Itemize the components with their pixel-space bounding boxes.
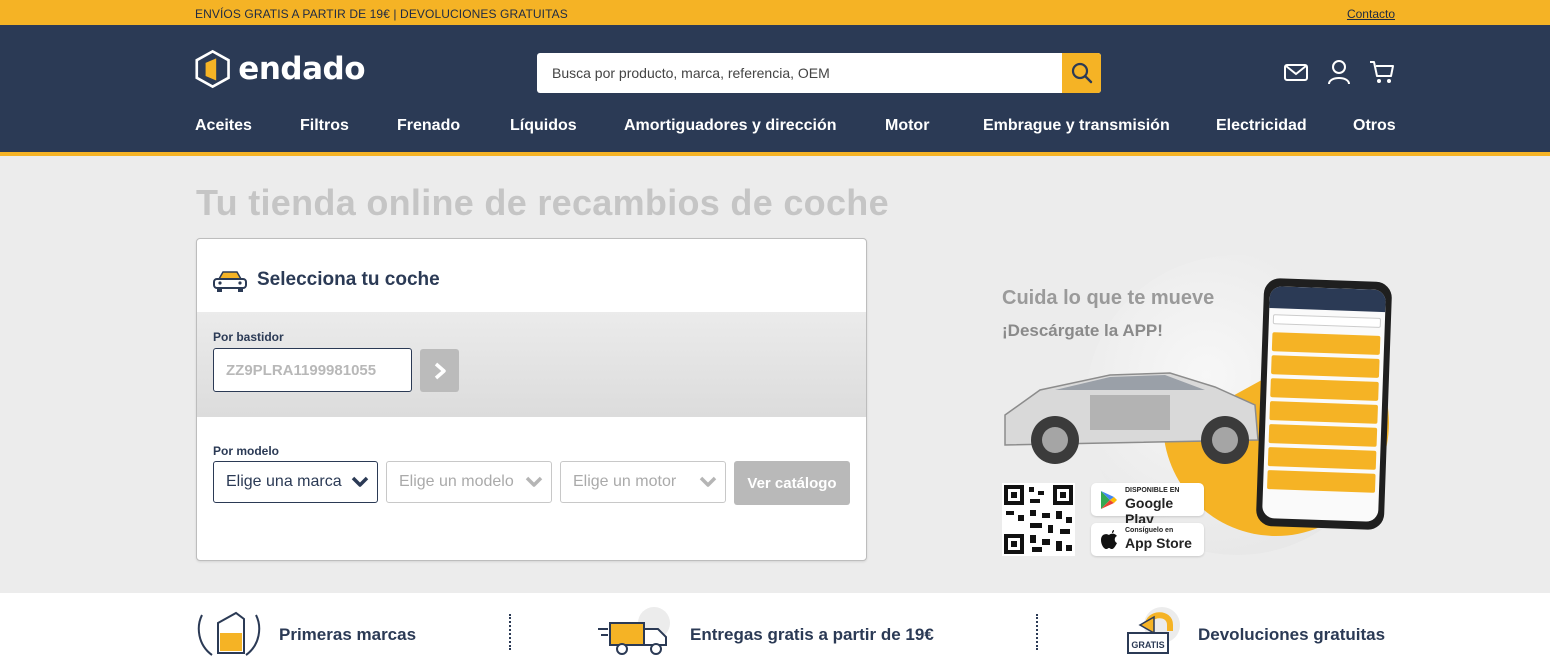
engine-select[interactable]: Elige un motor [560,461,726,503]
engine-select-value: Elige un motor [573,473,677,490]
view-catalog-button[interactable]: Ver catálogo [734,461,850,505]
chevron-down-icon [525,476,543,487]
nav-item-liquidos[interactable]: Líquidos [510,117,577,135]
vin-label: Por bastidor [213,330,284,344]
search-icon [1071,62,1092,84]
brand-select[interactable]: Elige una marca [213,461,378,503]
nav-item-embrague[interactable]: Embrague y transmisión [983,117,1170,135]
app-promo: Cuida lo que te mueve ¡Descárgate la APP… [995,250,1395,560]
feature-divider [509,614,511,650]
chevron-down-icon [699,476,717,487]
brand-select-value: Elige una marca [226,473,342,490]
search-button[interactable] [1062,53,1101,93]
car-icon [213,271,247,292]
vin-submit-button[interactable] [420,349,459,392]
nav-item-electricidad[interactable]: Electricidad [1216,117,1307,135]
google-play-small: DISPONIBLE EN [1125,487,1180,494]
search-input[interactable] [537,53,1062,93]
phone-mockup [1255,277,1393,531]
feature-devoluciones: Devoluciones gratuitas [1198,625,1386,644]
mail-icon[interactable] [1283,59,1309,85]
delivery-truck-icon [598,607,670,655]
card-title: Selecciona tu coche [257,269,440,290]
app-promo-headline: Cuida lo que te mueve [1002,287,1215,309]
brand-quality-icon [197,611,261,656]
header-accent-line [0,152,1550,156]
qr-code[interactable] [1002,483,1075,556]
logo[interactable]: endado [195,47,365,91]
nav-item-amortiguadores[interactable]: Amortiguadores y dirección [624,117,837,135]
features-strip: Primeras marcas Entregas gratis a partir… [0,593,1550,669]
promo-bar: ENVÍOS GRATIS A PARTIR DE 19€ | DEVOLUCI… [0,0,1550,25]
search-bar [537,53,1101,93]
free-returns-icon: GRATIS [1127,607,1180,654]
chevron-right-icon [434,362,446,379]
car-selector-card: Selecciona tu coche Por bastidor Por mod… [196,238,867,561]
vin-input[interactable] [213,348,412,392]
vin-section: Por bastidor [197,312,866,417]
cart-icon[interactable] [1369,59,1395,85]
app-promo-subheadline: ¡Descárgate la APP! [1002,321,1163,340]
model-select[interactable]: Elige un modelo [386,461,552,503]
feature-entregas-gratis: Entregas gratis a partir de 19€ [690,625,934,644]
main-nav: Aceites Filtros Frenado Líquidos Amortig… [195,117,1396,137]
google-play-button[interactable]: DISPONIBLE EN Google Play [1091,483,1204,527]
model-label: Por modelo [213,444,280,458]
app-store-label: App Store [1125,535,1192,551]
chevron-down-icon [351,476,369,487]
returns-badge: GRATIS [1131,640,1164,650]
feature-divider [1036,614,1038,650]
logo-text: endado [238,51,365,87]
feature-primeras-marcas: Primeras marcas [279,625,417,644]
contact-link[interactable]: Contacto [1347,7,1395,21]
car-cutaway-image [1004,372,1259,464]
phone-screen [1261,286,1387,522]
site-header: endado Aceites Filtros Frenado Líquidos … [0,25,1550,152]
google-play-icon [1101,491,1117,509]
nav-item-filtros[interactable]: Filtros [300,117,349,135]
nav-item-frenado[interactable]: Frenado [397,117,460,135]
model-select-value: Elige un modelo [399,473,514,490]
user-icon[interactable] [1326,59,1352,85]
app-store-button[interactable]: Consíguelo en App Store [1091,523,1204,556]
promo-text: ENVÍOS GRATIS A PARTIR DE 19€ | DEVOLUCI… [195,7,568,21]
apple-icon [1101,530,1117,549]
card-header: Selecciona tu coche [197,239,866,312]
nav-item-aceites[interactable]: Aceites [195,117,252,135]
nav-item-motor[interactable]: Motor [885,117,929,135]
app-store-small: Consíguelo en [1125,527,1174,534]
page-title: Tu tienda online de recambios de coche [196,182,889,223]
logo-icon [195,49,230,89]
nav-item-otros[interactable]: Otros [1353,117,1396,135]
